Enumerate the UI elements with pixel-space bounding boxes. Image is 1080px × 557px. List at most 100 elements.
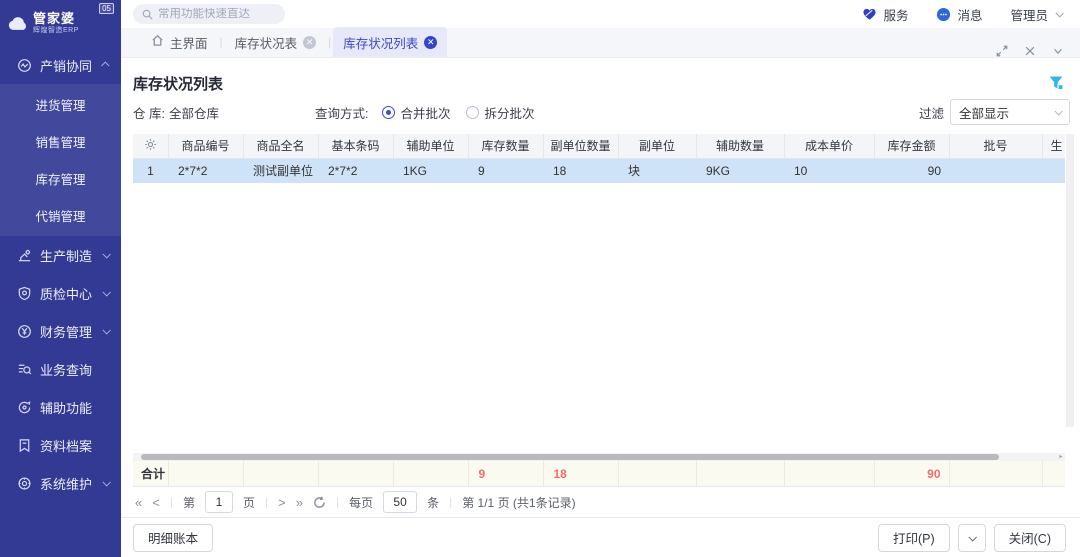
sidebar-subitem-销售管理[interactable]: 销售管理	[0, 123, 121, 160]
column-header-库存金额[interactable]: 库存金额	[874, 134, 949, 158]
cell-商品全名: 测试副单位	[243, 158, 318, 183]
quick-search[interactable]	[133, 4, 285, 24]
content-panel: 库存状况列表 仓 库: 全部仓库 查询方式: 合并批次拆分批次 过滤 全部显示 …	[121, 58, 1080, 517]
sidebar-item-label: 资料档案	[40, 436, 109, 455]
home-icon	[151, 34, 164, 50]
detail-ledger-button[interactable]: 明细账本	[133, 524, 213, 552]
sidebar-item-辅助功能[interactable]: 辅助功能	[0, 388, 121, 426]
summary-商品编号	[168, 461, 243, 486]
search-input[interactable]	[158, 8, 268, 20]
tab-divider: |	[328, 35, 331, 49]
sidebar-menu: 产销协同进货管理销售管理库存管理代销管理生产制造质检中心财务管理业务查询辅助功能…	[0, 46, 121, 502]
warehouse-label: 仓 库:	[133, 103, 165, 122]
chevron-down-icon[interactable]	[1052, 45, 1064, 57]
cell-副单位数量: 18	[543, 158, 618, 183]
hscroll-thumb[interactable]	[141, 454, 999, 460]
chevron-down-icon	[1054, 107, 1062, 115]
shield-icon	[16, 285, 32, 301]
print-button[interactable]: 打印(P)	[878, 524, 950, 552]
sidebar-item-业务查询[interactable]: 业务查询	[0, 350, 121, 388]
filter-label: 过滤	[919, 103, 944, 122]
sidebar-subitem-库存管理[interactable]: 库存管理	[0, 160, 121, 197]
sidebar-item-资料档案[interactable]: 资料档案	[0, 426, 121, 464]
column-header-商品编号[interactable]: 商品编号	[168, 134, 243, 158]
tab-库存状况表[interactable]: 库存状况表✕	[225, 27, 327, 57]
summary-库存金额: 90	[874, 461, 949, 486]
column-header-基本条码[interactable]: 基本条码	[318, 134, 393, 158]
factory-icon	[16, 247, 32, 263]
sidebar-item-质检中心[interactable]: 质检中心	[0, 274, 121, 312]
close-icon[interactable]	[1024, 45, 1036, 57]
query-mode-label: 查询方式:	[315, 103, 368, 122]
tab-close-icon[interactable]: ✕	[303, 36, 316, 49]
radio-合并批次[interactable]: 合并批次	[382, 103, 450, 122]
column-header-库存数量[interactable]: 库存数量	[468, 134, 543, 158]
tab-主界面[interactable]: 主界面	[141, 27, 218, 57]
column-header-辅助数量[interactable]: 辅助数量	[696, 134, 784, 158]
message-label: 消息	[957, 5, 982, 24]
refresh-icon[interactable]	[313, 496, 326, 509]
chevron-down-icon	[1055, 9, 1063, 17]
summary-row: 合计91890	[133, 461, 1065, 486]
user-menu[interactable]: 管理员	[1010, 5, 1062, 24]
column-settings-gear-icon[interactable]	[133, 134, 168, 158]
table-row[interactable]: 12*7*2测试副单位2*7*21KG918块9KG1090	[133, 158, 1065, 183]
inventory-table-zone: 商品编号商品全名基本条码辅助单位库存数量副单位数量副单位辅助数量成本单价库存金额…	[133, 134, 1074, 487]
last-page-button[interactable]: »	[296, 495, 303, 510]
filter-funnel-icon[interactable]	[1048, 75, 1064, 91]
sidebar-subitem-代销管理[interactable]: 代销管理	[0, 197, 121, 234]
assist-icon	[16, 399, 32, 415]
sidebar-subitem-进货管理[interactable]: 进货管理	[0, 86, 121, 123]
sidebar-item-label: 系统维护	[40, 474, 95, 493]
inventory-table: 商品编号商品全名基本条码辅助单位库存数量副单位数量副单位辅助数量成本单价库存金额…	[133, 134, 1065, 183]
tab-库存状况列表[interactable]: 库存状况列表 ✕	[333, 27, 447, 57]
filter-row: 仓 库: 全部仓库 查询方式: 合并批次 拆分批次 过滤 全部显示	[133, 98, 1074, 126]
print-options-button[interactable]	[958, 524, 986, 552]
sidebar-item-财务管理[interactable]: 财务管理	[0, 312, 121, 350]
radio-拆分批次[interactable]: 拆分批次	[466, 103, 534, 122]
cell-成本单价: 10	[784, 158, 874, 183]
cloud-logo-icon	[7, 16, 29, 31]
message-icon	[936, 7, 951, 22]
tab-divider: |	[220, 35, 223, 49]
radio-icon	[382, 106, 395, 119]
service-menu[interactable]: 服务	[862, 5, 908, 24]
finance-icon	[16, 323, 32, 339]
first-page-button[interactable]: «	[135, 495, 142, 510]
sidebar-item-label: 辅助功能	[40, 398, 109, 417]
tab-close-icon[interactable]: ✕	[424, 36, 437, 49]
close-button[interactable]: 关闭(C)	[994, 524, 1066, 552]
column-header-副单位数量[interactable]: 副单位数量	[543, 134, 618, 158]
radio-label: 拆分批次	[484, 103, 534, 122]
maximize-icon[interactable]	[996, 45, 1008, 57]
filter-select[interactable]: 全部显示	[950, 99, 1070, 125]
per-page-input[interactable]: 50	[383, 491, 417, 513]
sidebar-item-label: 质检中心	[40, 284, 95, 303]
hscroll-right-arrow[interactable]: ▸	[1057, 453, 1065, 461]
sidebar-item-生产制造[interactable]: 生产制造	[0, 236, 121, 274]
chevron-down-icon	[102, 326, 110, 334]
vertical-scrollbar[interactable]	[1066, 134, 1074, 427]
warehouse-value[interactable]: 全部仓库	[169, 103, 219, 122]
column-header-商品全名[interactable]: 商品全名	[243, 134, 318, 158]
summary-辅助数量	[696, 461, 784, 486]
summary-库存数量: 9	[468, 461, 543, 486]
chevron-down-icon	[102, 250, 110, 258]
page-number-input[interactable]: 1	[205, 491, 233, 513]
sidebar-item-产销协同[interactable]: 产销协同	[0, 46, 121, 84]
message-menu[interactable]: 消息	[936, 5, 982, 24]
prev-page-button[interactable]: <	[152, 495, 160, 510]
horizontal-scrollbar[interactable]: ▸	[133, 453, 1065, 461]
column-header-辅助单位[interactable]: 辅助单位	[393, 134, 468, 158]
sidebar-item-label: 财务管理	[40, 322, 95, 341]
column-header-成本单价[interactable]: 成本单价	[784, 134, 874, 158]
column-header-生[interactable]: 生	[1042, 134, 1065, 158]
tab-label: 库存状况列表	[343, 33, 418, 52]
gear-icon	[16, 475, 32, 491]
pagination: « < | 第 1 页 | > » | 每页 50 条 | 第 1/1 页 (共…	[133, 487, 1074, 517]
column-header-批号[interactable]: 批号	[949, 134, 1042, 158]
column-header-副单位[interactable]: 副单位	[618, 134, 696, 158]
next-page-button[interactable]: >	[278, 495, 286, 510]
window-controls	[996, 45, 1080, 57]
sidebar-item-系统维护[interactable]: 系统维护	[0, 464, 121, 502]
